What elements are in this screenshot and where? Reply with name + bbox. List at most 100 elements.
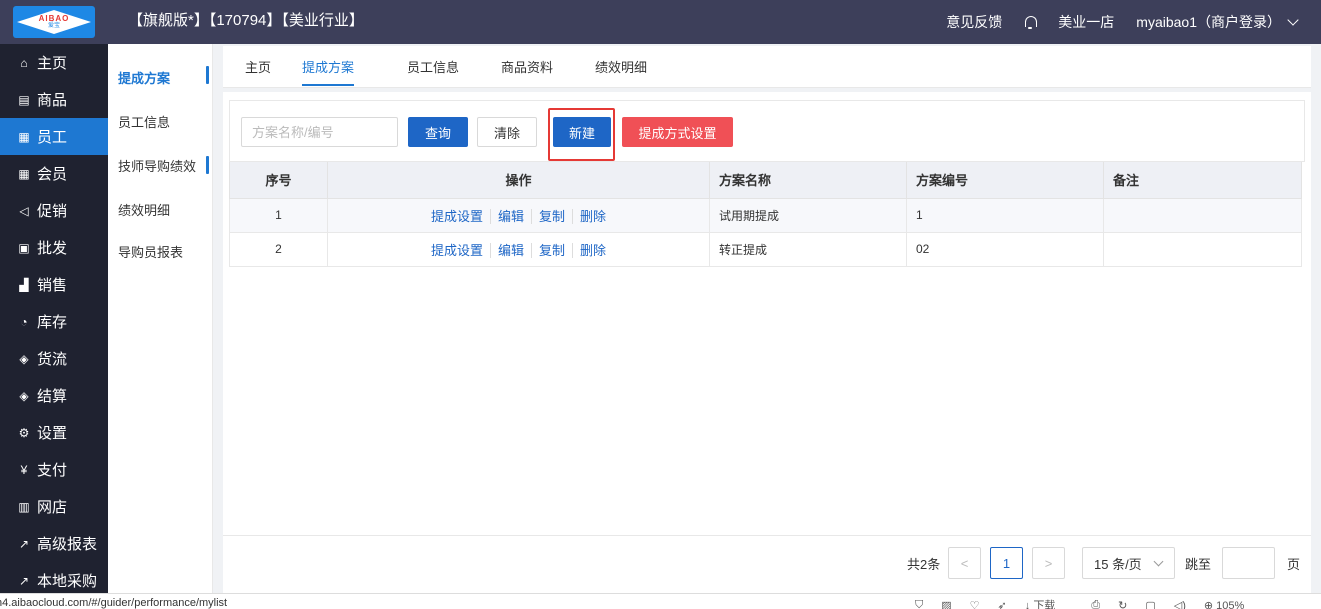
payment-icon: ¥: [20, 462, 28, 477]
search-input[interactable]: [241, 117, 398, 147]
staff-icon: ▦: [18, 129, 30, 144]
subnav-item-staff-info[interactable]: 员工信息: [108, 111, 212, 131]
tab-bar: 主页 提成方案 员工信息 商品资料 绩效明细: [223, 46, 1311, 88]
column-header: 序号: [229, 162, 328, 199]
group-marker: [206, 156, 209, 174]
subnav-item-performance-detail[interactable]: 绩效明细: [108, 199, 212, 219]
tab-performance-detail[interactable]: 绩效明细: [595, 46, 647, 88]
tab-product-data[interactable]: 商品资料: [501, 46, 553, 88]
edit-link[interactable]: 编辑: [489, 242, 531, 258]
sidebar-item-goods[interactable]: ▤ 商品: [0, 81, 108, 118]
column-header: 方案名称: [709, 162, 907, 199]
row-number: 2: [229, 231, 328, 267]
logo-badge: AIBAO 爱宝: [13, 6, 95, 38]
goto-page-input[interactable]: [1222, 547, 1275, 579]
store-switch[interactable]: 美业一店: [1058, 12, 1114, 32]
download-button[interactable]: ↓ 下载: [1025, 597, 1074, 609]
sidebar-item-label: 会员: [37, 166, 68, 183]
sub-sidebar: 提成方案 员工信息 技师导购绩效 绩效明细 导购员报表: [108, 44, 213, 593]
commission-mode-button[interactable]: 提成方式设置: [622, 117, 733, 147]
tab-staff-info[interactable]: 员工信息: [407, 46, 459, 88]
rocket-icon[interactable]: ➶: [998, 599, 1007, 609]
page-label: 页: [1287, 557, 1301, 572]
shield-icon[interactable]: ⛉: [915, 599, 923, 609]
copy-link[interactable]: 复制: [531, 208, 573, 224]
zoom-level: 105%: [1216, 599, 1245, 609]
status-url: h4.aibaocloud.com/#/guider/performance/m…: [0, 597, 228, 609]
column-header: 方案编号: [906, 162, 1104, 199]
user-name: myaibao1（商户登录）: [1136, 14, 1281, 30]
feedback-link[interactable]: 意见反馈: [946, 12, 1002, 32]
plan-table: 序号 操作 方案名称 方案编号 备注 1 提成设置 编辑 复制 删除 试用期提成 1 …: [229, 162, 1302, 267]
window-icon[interactable]: ▢: [1145, 599, 1155, 609]
filter-bar: 查询 清除 新建 提成方式设置: [229, 100, 1305, 162]
subnav-item-technician-performance[interactable]: 技师导购绩效: [108, 131, 212, 199]
sidebar-item-label: 促销: [37, 203, 68, 220]
speaker-icon[interactable]: ◁): [1174, 599, 1186, 609]
prev-page-button[interactable]: <: [948, 547, 981, 579]
page-size-select[interactable]: 15 条/页: [1082, 547, 1175, 579]
query-button[interactable]: 查询: [408, 117, 468, 147]
plan-remark: [1103, 231, 1302, 267]
sidebar-item-promotion[interactable]: ◁ 促销: [0, 192, 108, 229]
subnav-item-label: 技师导购绩效: [118, 158, 197, 174]
plan-remark: [1103, 197, 1302, 233]
delete-link[interactable]: 删除: [572, 208, 614, 224]
zoom-control[interactable]: ⊕ 105%: [1204, 599, 1262, 609]
tab-home[interactable]: 主页: [245, 46, 271, 88]
sales-icon: ▟: [19, 277, 29, 292]
subnav-item-commission-plan[interactable]: 提成方案: [108, 44, 212, 111]
sidebar-item-home[interactable]: ⌂ 主页: [0, 44, 108, 81]
sidebar-item-inventory[interactable]: ◔ 库存: [0, 303, 108, 340]
logo[interactable]: AIBAO 爱宝: [0, 0, 108, 44]
edit-link[interactable]: 编辑: [489, 208, 531, 224]
top-right-menu: 意见反馈 美业一店 myaibao1（商户登录）: [924, 0, 1299, 44]
commission-settings-link[interactable]: 提成设置: [424, 209, 490, 224]
commission-settings-link[interactable]: 提成设置: [424, 243, 490, 258]
copy-link[interactable]: 复制: [531, 242, 573, 258]
sidebar-item-staff[interactable]: ▦ 员工: [0, 118, 108, 155]
sidebar-item-sales[interactable]: ▟ 销售: [0, 266, 108, 303]
table-row[interactable]: 2 提成设置 编辑 复制 删除 转正提成 02: [229, 231, 1302, 267]
sidebar-item-settings[interactable]: ⚙ 设置: [0, 414, 108, 451]
settings-icon: ⚙: [18, 425, 30, 440]
plan-code: 1: [906, 197, 1104, 233]
clear-button[interactable]: 清除: [477, 117, 537, 147]
download-label: 下载: [1033, 600, 1056, 609]
chevron-down-icon: [1153, 556, 1164, 567]
logo-diamond: AIBAO 爱宝: [17, 10, 91, 34]
tab-commission-plan[interactable]: 提成方案: [291, 46, 365, 88]
new-button[interactable]: 新建: [553, 117, 611, 147]
user-menu[interactable]: myaibao1（商户登录）: [1136, 12, 1299, 32]
main-panel: 查询 清除 新建 提成方式设置 序号 操作 方案名称 方案编号 备注 1: [223, 92, 1311, 593]
printer-icon[interactable]: ⎙: [1091, 599, 1100, 609]
sidebar-item-logistics[interactable]: ◈ 货流: [0, 340, 108, 377]
plan-code: 02: [906, 231, 1104, 267]
status-icons: ⛉ ▨ ♡ ➶ ↓ 下载 ⎙ ↻ ▢ ◁) ⊕ 105%: [915, 597, 1280, 609]
sidebar-item-settlement[interactable]: ◈ 结算: [0, 377, 108, 414]
subnav-item-guide-report[interactable]: 导购员报表: [108, 219, 212, 283]
sidebar-item-member[interactable]: ▦ 会员: [0, 155, 108, 192]
sidebar-item-label: 员工: [37, 129, 68, 146]
subnav-item-label: 导购员报表: [118, 244, 184, 260]
delete-link[interactable]: 删除: [572, 242, 614, 258]
refresh-icon[interactable]: ↻: [1118, 599, 1127, 609]
sidebar-item-payment[interactable]: ¥ 支付: [0, 451, 108, 488]
sidebar-item-wholesale[interactable]: ▣ 批发: [0, 229, 108, 266]
table-row[interactable]: 1 提成设置 编辑 复制 删除 试用期提成 1: [229, 197, 1302, 233]
sidebar-item-label: 销售: [37, 277, 68, 294]
image-icon[interactable]: ▨: [941, 599, 951, 609]
sidebar-item-label: 设置: [37, 425, 68, 442]
bell-icon[interactable]: [1024, 15, 1038, 29]
heart-icon[interactable]: ♡: [970, 599, 980, 609]
current-page-button[interactable]: 1: [990, 547, 1023, 579]
next-page-button[interactable]: >: [1032, 547, 1065, 579]
table-header-row: 序号 操作 方案名称 方案编号 备注: [229, 162, 1302, 199]
promotion-icon: ◁: [19, 203, 29, 218]
sidebar-item-online-store[interactable]: ▥ 网店: [0, 488, 108, 525]
sidebar-item-report[interactable]: ↗ 高级报表: [0, 525, 108, 562]
pagination: 共2条 < 1 > 15 条/页 跳至 页: [223, 535, 1311, 593]
sidebar-item-label: 主页: [37, 55, 68, 72]
logo-text-bottom: 爱宝: [47, 23, 60, 29]
subnav-item-label: 提成方案: [118, 71, 171, 86]
